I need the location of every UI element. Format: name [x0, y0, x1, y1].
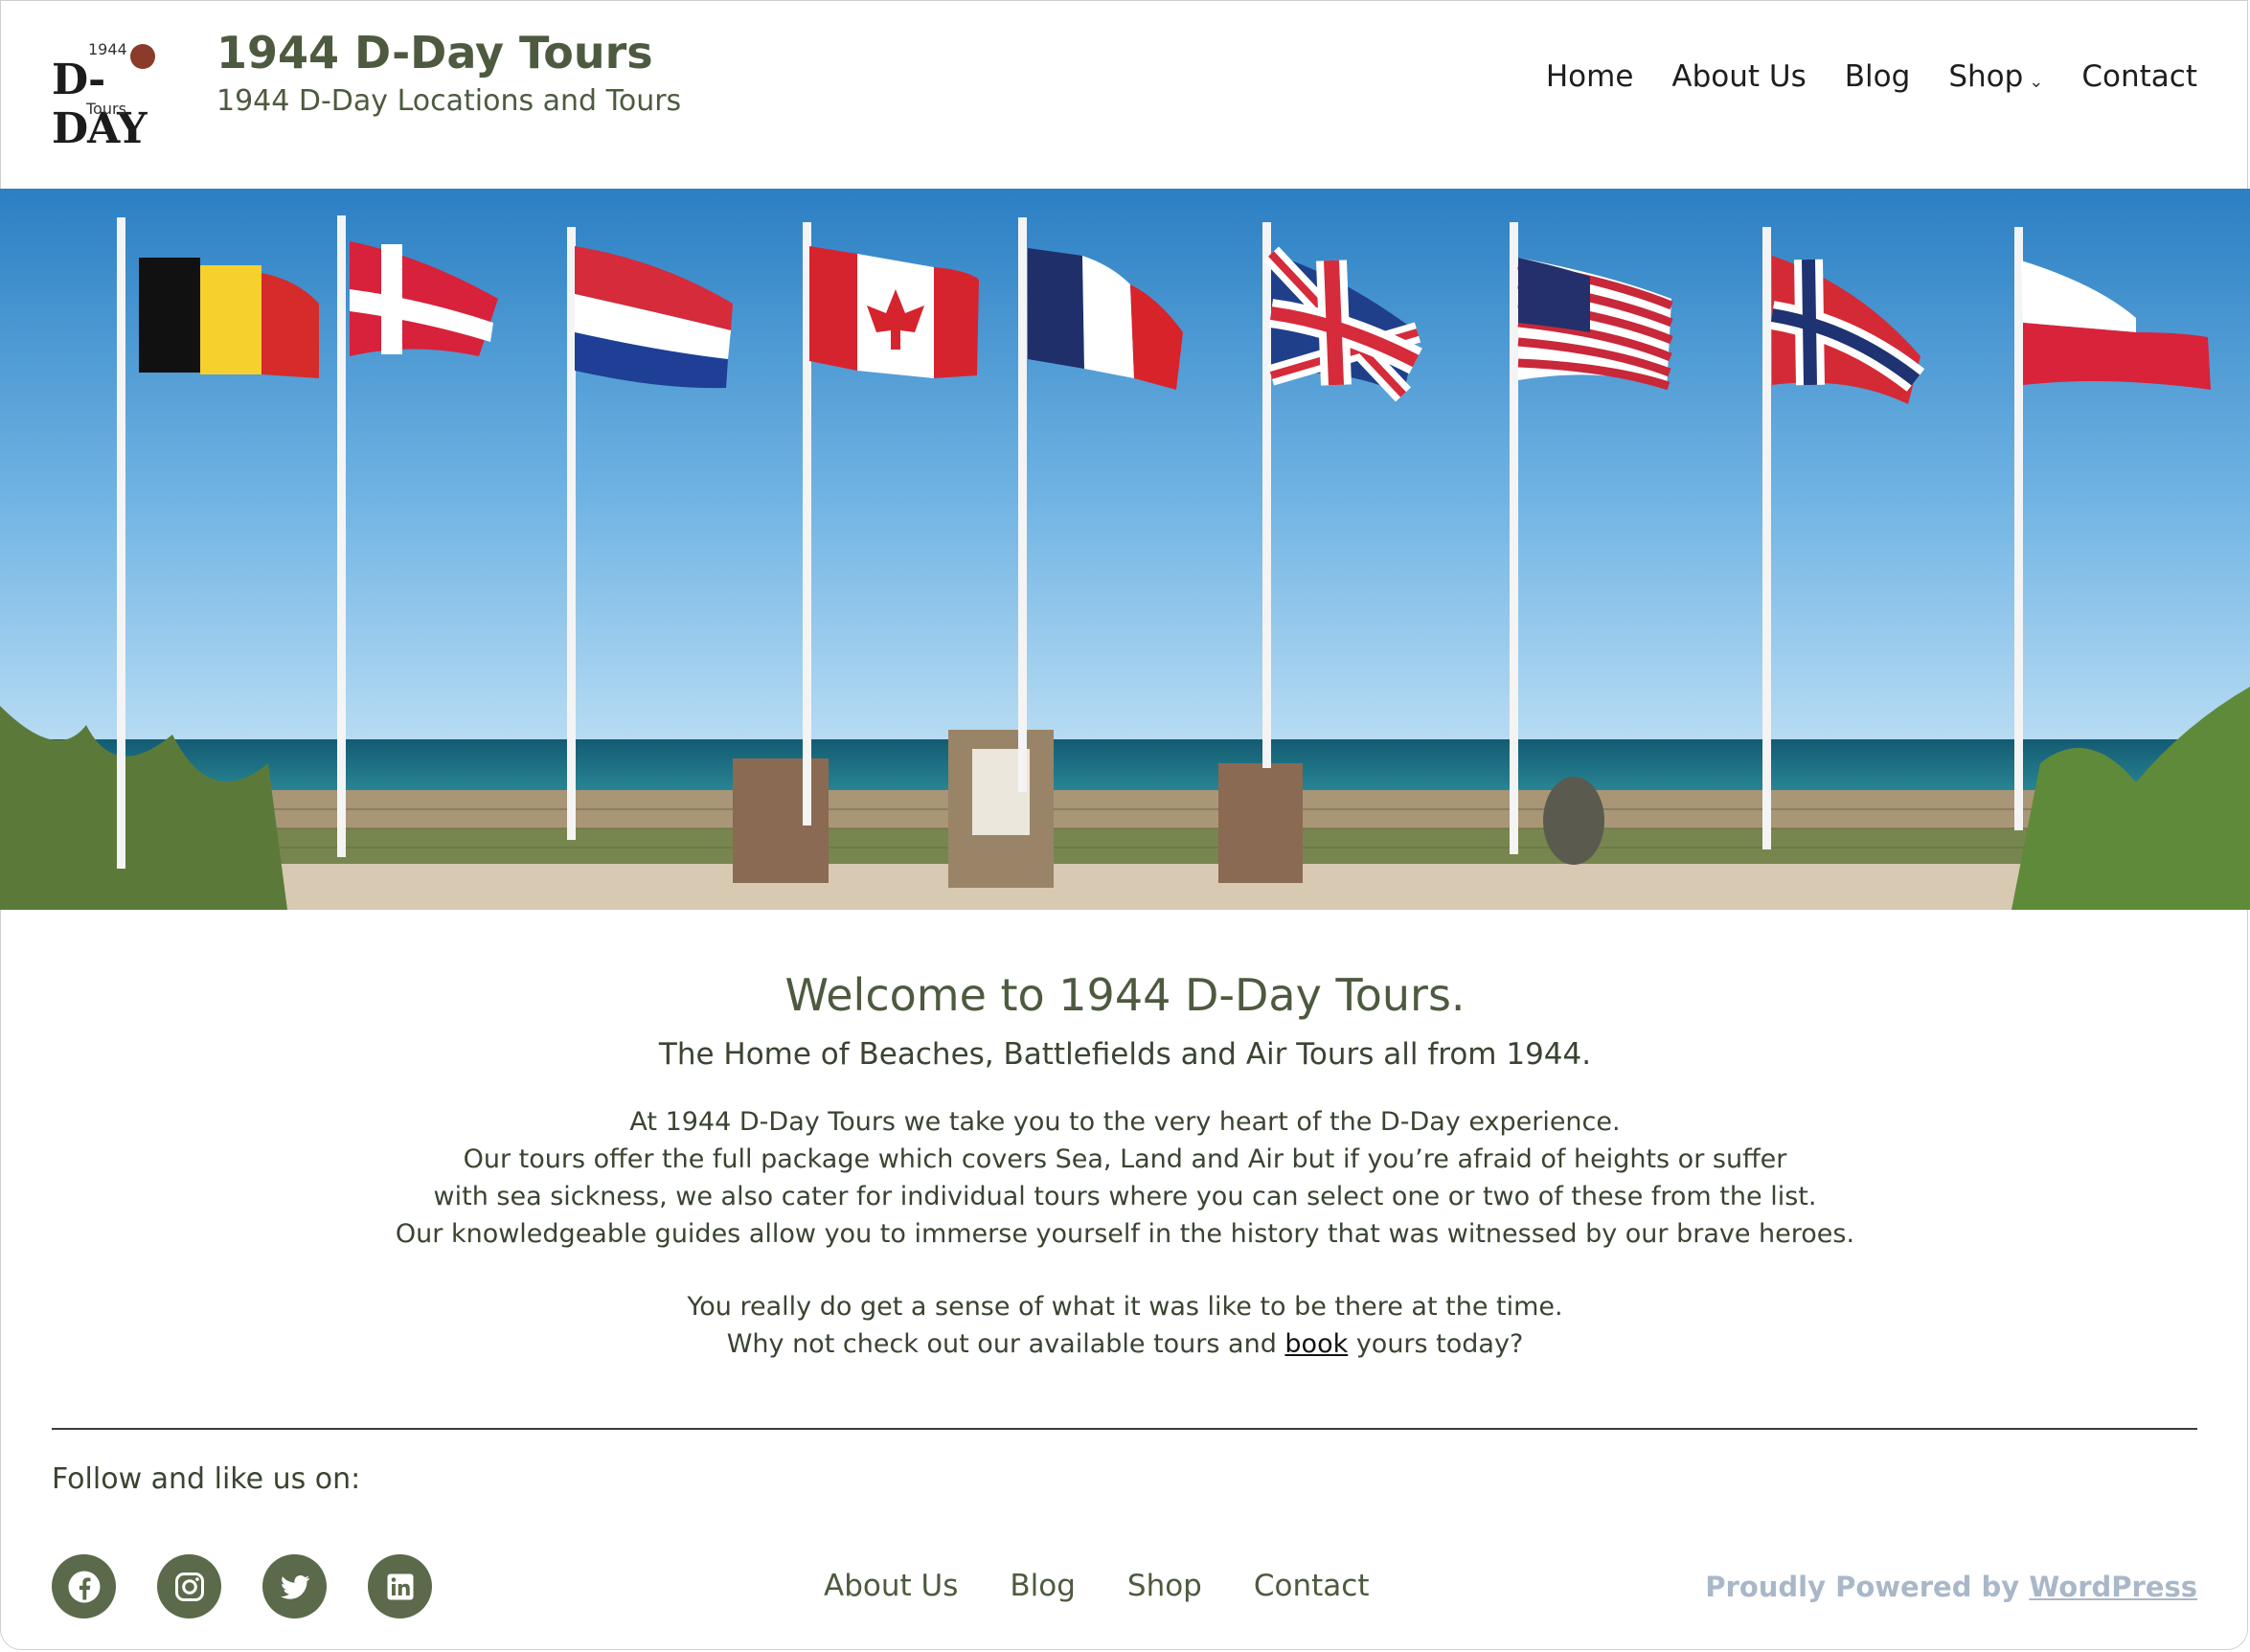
follow-label: Follow and like us on: [52, 1462, 361, 1496]
welcome-title: Welcome to 1944 D-Day Tours. [784, 969, 1466, 1021]
site-logo[interactable]: 1944 D-DAY Tours [50, 36, 165, 153]
main-nav: Home About Us Blog Shop ⌄ Contact [1546, 59, 2197, 94]
social-links [52, 1554, 432, 1618]
site-tagline: 1944 D-Day Locations and Tours [216, 84, 682, 118]
nav-about-us[interactable]: About Us [1671, 59, 1806, 94]
nav-home[interactable]: Home [1546, 59, 1634, 94]
logo-tours: Tours [86, 100, 126, 118]
paragraph-text: yours today? [1348, 1329, 1524, 1359]
hero-flags-photo [0, 189, 2250, 910]
footer-nav-shop[interactable]: Shop [1127, 1569, 1202, 1603]
twitter-icon[interactable] [262, 1554, 327, 1618]
nav-blog[interactable]: Blog [1845, 59, 1911, 94]
hero-image [0, 189, 2250, 910]
footer-nav-blog[interactable]: Blog [1010, 1569, 1076, 1603]
paragraph-line: Our knowledgeable guides allow you to im… [395, 1219, 1855, 1249]
footer-divider [52, 1428, 2197, 1430]
nav-contact[interactable]: Contact [2081, 59, 2197, 94]
wordpress-link[interactable]: WordPress [2029, 1571, 2197, 1603]
facebook-icon[interactable] [52, 1554, 116, 1618]
nav-shop-wrap[interactable]: Shop ⌄ [1948, 59, 2043, 94]
nav-shop[interactable]: Shop [1948, 59, 2023, 94]
chevron-down-icon[interactable]: ⌄ [2029, 72, 2043, 92]
welcome-paragraph-2: You really do get a sense of what it was… [0, 1288, 2250, 1363]
paragraph-line: At 1944 D-Day Tours we take you to the v… [629, 1107, 1621, 1137]
paragraph-line: Why not check out our available tours an… [0, 1325, 2250, 1363]
paragraph-line: Our tours offer the full package which c… [463, 1144, 1787, 1174]
instagram-icon[interactable] [157, 1554, 221, 1618]
footer-nav: About Us Blog Shop Contact [824, 1569, 1369, 1603]
powered-by-text: Proudly Powered by [1705, 1571, 2030, 1603]
footer-nav-contact[interactable]: Contact [1254, 1569, 1370, 1603]
site-title[interactable]: 1944 D-Day Tours [216, 27, 653, 79]
welcome-paragraph-1: At 1944 D-Day Tours we take you to the v… [0, 1103, 2250, 1253]
paragraph-line: You really do get a sense of what it was… [687, 1292, 1563, 1322]
powered-by: Proudly Powered by WordPress [1705, 1571, 2197, 1603]
linkedin-icon[interactable] [368, 1554, 432, 1618]
book-link[interactable]: book [1284, 1329, 1348, 1359]
paragraph-text: Why not check out our available tours an… [726, 1329, 1285, 1359]
footer-nav-about-us[interactable]: About Us [824, 1569, 958, 1603]
site-header: 1944 D-DAY Tours 1944 D-Day Tours 1944 D… [0, 0, 2250, 189]
paragraph-line: with sea sickness, we also cater for ind… [433, 1182, 1817, 1211]
welcome-subtitle: The Home of Beaches, Battlefields and Ai… [658, 1037, 1592, 1072]
